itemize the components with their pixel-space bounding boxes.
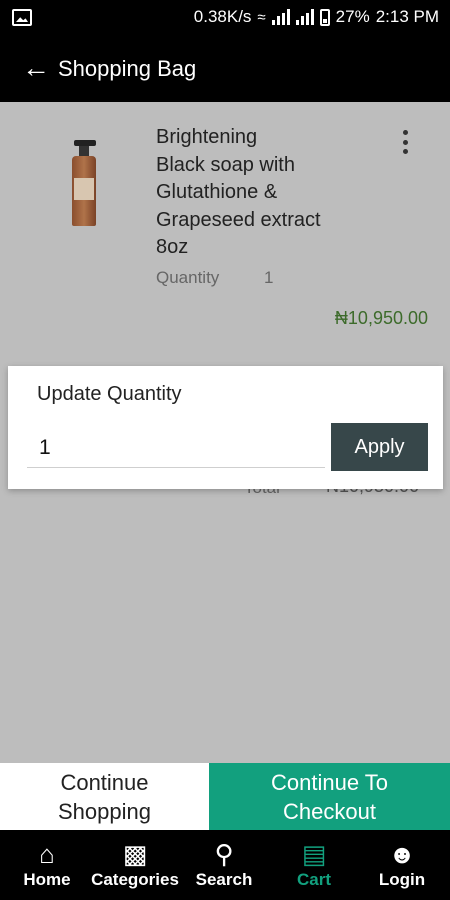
nav-search[interactable]: ⚲ Search [179, 838, 269, 890]
status-bar: 0.38K/s ≈ 27% 2:13 PM [0, 0, 450, 36]
bottle-neck [79, 146, 89, 156]
more-options-icon[interactable] [398, 128, 412, 156]
product-name-line: Grapeseed extract [156, 208, 321, 231]
continue-shopping-button[interactable]: Continue Shopping [0, 763, 209, 830]
nav-label: Search [195, 870, 253, 889]
apply-button[interactable]: Apply [331, 423, 428, 471]
quantity-label: Quantity [156, 268, 220, 287]
item-price: ₦10,950.00 [334, 308, 428, 328]
quantity-input[interactable] [27, 428, 325, 468]
continue-shopping-line: Continue [60, 770, 149, 795]
battery-level: 27% [335, 7, 370, 26]
wifi-icon: ≈ [257, 8, 266, 26]
nav-home[interactable]: ⌂ Home [2, 838, 92, 890]
update-quantity-dialog: Update Quantity Apply [8, 366, 443, 489]
nav-label: Home [23, 870, 71, 889]
nav-label: Login [378, 870, 426, 889]
checkout-line: Checkout [283, 799, 376, 824]
signal-icon [271, 9, 290, 25]
product-name-line: Brightening [156, 126, 258, 148]
product-name[interactable]: Brightening Black soap with Glutathione … [156, 124, 376, 262]
nav-login[interactable]: ☻ Login [357, 838, 447, 890]
nav-label: Cart [296, 870, 331, 889]
product-name-line: Glutathione & [156, 181, 278, 203]
status-right: 0.38K/s ≈ 27% 2:13 PM [194, 7, 439, 27]
gallery-notification-icon [12, 9, 32, 26]
nav-cart[interactable]: ▤ Cart [269, 838, 359, 890]
dialog-title: Update Quantity [37, 383, 182, 405]
page-title: Shopping Bag [58, 56, 197, 81]
checkout-button[interactable]: Continue To Checkout [209, 763, 450, 830]
cart-icon: ▤ [301, 839, 327, 869]
checkout-line: Continue To [270, 770, 388, 795]
continue-shopping-line: Shopping [58, 799, 151, 824]
product-name-line: 8oz [156, 236, 189, 258]
bottom-nav: ⌂ Home ▩ Categories ⚲ Search ▤ Cart ☻ Lo… [0, 830, 450, 900]
product-name-line: Black soap with [156, 153, 295, 176]
arrow-back-icon[interactable]: ← [22, 54, 50, 83]
product-image[interactable] [40, 122, 130, 232]
battery-icon [319, 8, 330, 26]
categories-icon: ▩ [122, 839, 148, 869]
quantity-value: 1 [264, 268, 274, 287]
signal-icon-2 [295, 9, 314, 25]
app-bar: ← Shopping Bag [0, 36, 450, 102]
search-icon: ⚲ [214, 839, 234, 869]
user-icon: ☻ [388, 839, 416, 869]
clock: 2:13 PM [375, 7, 439, 26]
nav-label: Categories [91, 870, 179, 889]
home-icon: ⌂ [39, 839, 55, 869]
nav-categories[interactable]: ▩ Categories [90, 838, 180, 890]
network-speed: 0.38K/s [193, 7, 252, 26]
bottle-label [74, 178, 94, 200]
